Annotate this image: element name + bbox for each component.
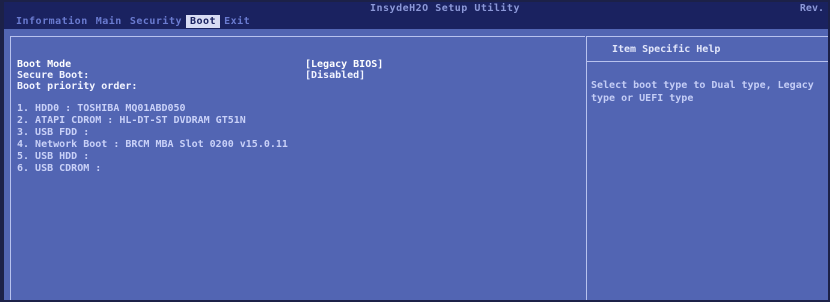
boot-priority-label: Boot priority order: bbox=[17, 81, 138, 92]
boot-order-item[interactable]: 2. ATAPI CDROM : HL-DT-ST DVDRAM GT51N bbox=[17, 115, 246, 127]
boot-order-item[interactable]: 4. Network Boot : BRCM MBA Slot 0200 v15… bbox=[17, 139, 288, 151]
secure-boot-value[interactable]: [Disabled] bbox=[305, 70, 365, 82]
tab-main[interactable]: Main bbox=[92, 15, 126, 28]
title-bar: InsydeH2O Setup Utility Rev. Information… bbox=[4, 2, 828, 29]
revision-label: Rev. bbox=[799, 3, 824, 14]
bios-screen: InsydeH2O Setup Utility Rev. Information… bbox=[4, 2, 828, 300]
menu-bar: Information Main Security Boot Exit bbox=[12, 15, 254, 28]
utility-title: InsydeH2O Setup Utility bbox=[370, 3, 520, 14]
help-text: Select boot type to Dual type, Legacy ty… bbox=[591, 80, 814, 104]
tab-boot[interactable]: Boot bbox=[186, 15, 221, 28]
boot-order-item[interactable]: 5. USB HDD : bbox=[17, 151, 89, 163]
boot-order-item[interactable]: 1. HDD0 : TOSHIBA MQ01ABD050 bbox=[17, 103, 186, 115]
settings-panel: Boot Mode [Legacy BIOS] Secure Boot: [Di… bbox=[10, 36, 585, 300]
boot-priority-heading: Boot priority order: bbox=[17, 81, 137, 93]
help-title: Item Specific Help bbox=[612, 44, 721, 55]
tab-exit[interactable]: Exit bbox=[220, 15, 254, 28]
tab-information[interactable]: Information bbox=[12, 15, 92, 28]
boot-mode-label: Boot Mode bbox=[17, 59, 72, 70]
boot-order-item[interactable]: 6. USB CDROM : bbox=[17, 163, 101, 175]
boot-order-item[interactable]: 3. USB FDD : bbox=[17, 127, 89, 139]
help-header: Item Specific Help bbox=[587, 37, 828, 62]
help-panel: Item Specific Help Select boot type to D… bbox=[586, 36, 828, 300]
tab-security[interactable]: Security bbox=[126, 15, 186, 28]
secure-boot-label: Secure Boot: bbox=[17, 70, 90, 81]
